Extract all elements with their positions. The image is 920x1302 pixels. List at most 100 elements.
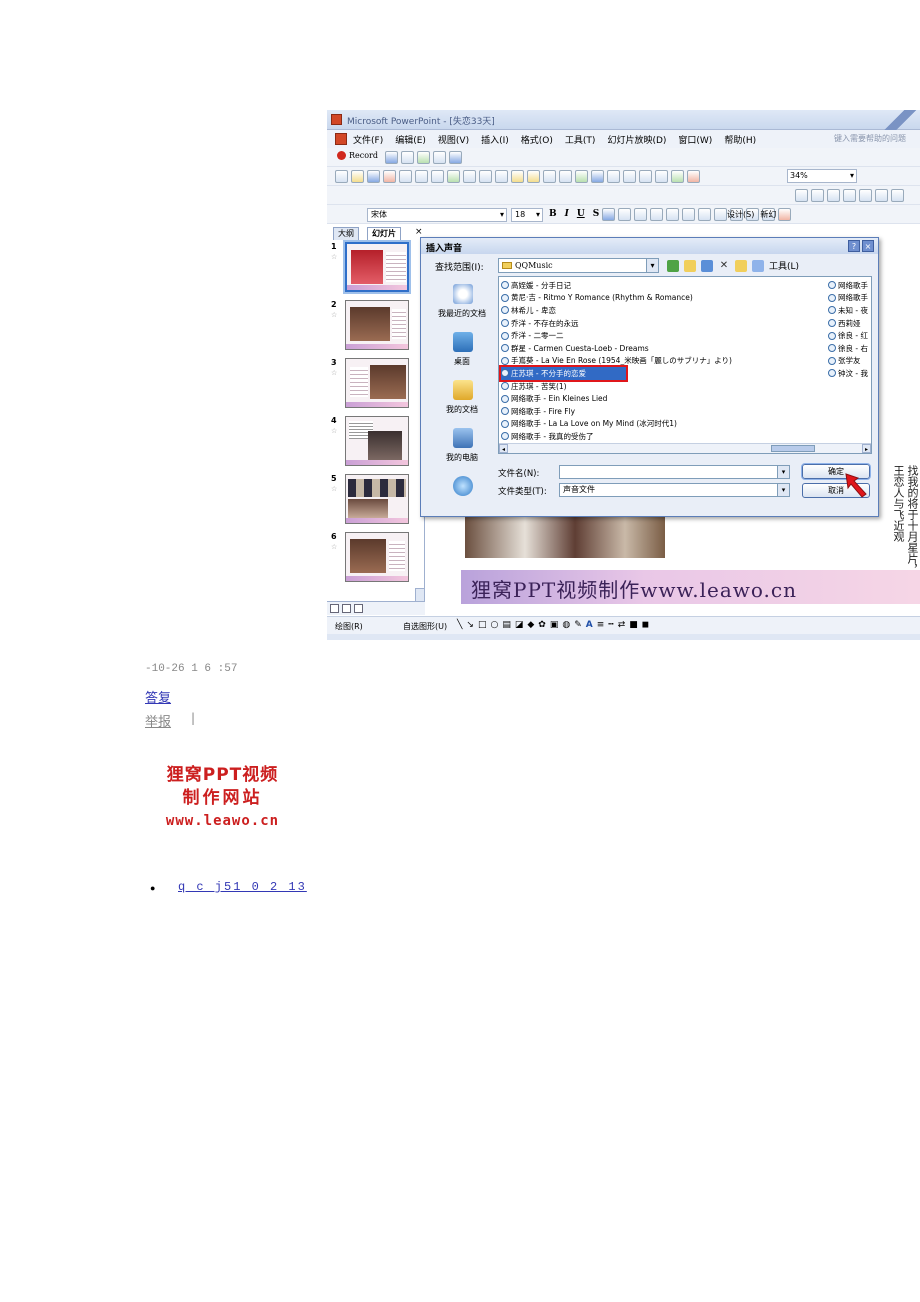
dash-style-icon[interactable]: ┅ — [608, 620, 613, 630]
slide-thumbnail-row[interactable]: 2 ☆ — [327, 300, 422, 355]
design-button[interactable]: 设计(S) — [727, 209, 754, 220]
menu-insert[interactable]: 插入(I) — [481, 133, 509, 146]
tool-d-icon[interactable] — [843, 189, 856, 202]
cut-icon[interactable] — [479, 170, 492, 183]
tool-c-icon[interactable] — [827, 189, 840, 202]
menu-tools[interactable]: 工具(T) — [565, 133, 596, 146]
insert-picture-icon[interactable] — [623, 170, 636, 183]
tool-f-icon[interactable] — [875, 189, 888, 202]
diagram-icon[interactable]: ◆ — [527, 620, 534, 630]
show-formatting-icon[interactable] — [655, 170, 668, 183]
tables-borders-icon[interactable] — [607, 170, 620, 183]
slide-thumbnail[interactable] — [345, 358, 409, 408]
paste-icon[interactable] — [511, 170, 524, 183]
chevron-down-icon[interactable]: ▾ — [646, 259, 658, 272]
slide-thumbnail-row[interactable]: 3 ☆ — [327, 358, 422, 413]
file-item[interactable]: 张学友 — [828, 355, 871, 368]
shadow-icon[interactable]: ■ — [629, 620, 638, 630]
menu-edit[interactable]: 编辑(E) — [395, 133, 426, 146]
tool-a-icon[interactable] — [795, 189, 808, 202]
filename-input[interactable]: ▾ — [559, 465, 790, 479]
slideshow-view-icon[interactable] — [354, 604, 363, 613]
file-item[interactable]: 乔洋 - 不存在的永远 — [501, 317, 826, 330]
font-size-select[interactable]: 18 — [511, 208, 543, 222]
zoom-select[interactable]: 34% — [787, 169, 857, 183]
line-icon[interactable]: ╲ — [457, 620, 462, 630]
font-select[interactable]: 宋体 — [367, 208, 507, 222]
record-button[interactable]: Record — [337, 151, 378, 160]
place-network[interactable] — [427, 472, 497, 520]
document-icon[interactable] — [335, 133, 347, 145]
file-item[interactable]: 钟汶 - 我 — [828, 367, 871, 380]
align-left-icon[interactable] — [602, 208, 615, 221]
dialog-help-button[interactable]: ? — [848, 240, 860, 252]
scroll-right-icon[interactable]: ▸ — [862, 444, 871, 453]
file-item[interactable]: 徐良 - 红 — [828, 329, 871, 342]
font-color-icon[interactable] — [778, 208, 791, 221]
help-icon[interactable] — [449, 151, 462, 164]
line-color-icon[interactable]: ✎ — [574, 620, 582, 630]
file-item[interactable]: 徐良 - 右 — [828, 342, 871, 355]
picture-icon[interactable]: ▣ — [550, 620, 559, 630]
justify-icon[interactable] — [650, 208, 663, 221]
chevron-down-icon[interactable]: ▾ — [777, 484, 789, 496]
place-my-documents[interactable]: 我的文档 — [427, 376, 497, 424]
tools-menu[interactable]: 工具(L) — [769, 259, 799, 272]
wordart-icon[interactable]: ◪ — [515, 620, 524, 630]
3d-icon[interactable]: ◼ — [642, 620, 649, 630]
file-item[interactable]: 网络歌手 - La La Love on My Mind (冰河时代1) — [501, 418, 826, 431]
file-item[interactable]: 西莉娅 — [828, 317, 871, 330]
file-item[interactable]: 网络歌手 — [828, 279, 871, 292]
fill-color-icon[interactable]: ◍ — [562, 620, 570, 630]
print-icon[interactable] — [415, 170, 428, 183]
menu-view[interactable]: 视图(V) — [438, 133, 469, 146]
file-item[interactable]: 手嶌葵 - La Vie En Rose (1954_米映画「麗しのサブリナ」よ… — [501, 355, 826, 368]
bullets-icon[interactable] — [698, 208, 711, 221]
place-my-computer[interactable]: 我的电脑 — [427, 424, 497, 472]
research-icon[interactable] — [463, 170, 476, 183]
draw-menu[interactable]: 绘图(R) — [335, 621, 363, 632]
bold-button[interactable]: B — [549, 209, 557, 219]
file-item[interactable]: 高姪媛 - 分手日记 — [501, 279, 826, 292]
align-right-icon[interactable] — [634, 208, 647, 221]
file-item[interactable]: 网络歌手 - Ein Kleines Lied — [501, 392, 826, 405]
email-icon[interactable] — [399, 170, 412, 183]
file-list-scrollbar[interactable]: ◂ ▸ — [499, 443, 871, 453]
spelling-icon[interactable] — [447, 170, 460, 183]
undo-icon[interactable] — [543, 170, 556, 183]
slide-thumbnail-row[interactable]: 1 ☆ — [327, 240, 422, 297]
permission-icon[interactable] — [383, 170, 396, 183]
clipart-icon[interactable]: ✿ — [538, 620, 546, 630]
format-painter-icon[interactable] — [527, 170, 540, 183]
file-item[interactable]: 乔洋 - 二零一二 — [501, 329, 826, 342]
brush-icon[interactable] — [385, 151, 398, 164]
file-item[interactable]: 群星 - Carmen Cuesta-Loeb - Dreams — [501, 342, 826, 355]
arrow-style-icon[interactable]: ⇄ — [618, 620, 626, 630]
italic-button[interactable]: I — [565, 209, 569, 219]
slide-thumbnail[interactable] — [345, 300, 409, 350]
folder-icon[interactable] — [433, 151, 446, 164]
place-recent[interactable]: 我最近的文档 — [427, 280, 497, 328]
screen-icon[interactable] — [417, 151, 430, 164]
back-icon[interactable] — [667, 259, 679, 272]
report-link[interactable]: 举报 — [145, 711, 171, 730]
tab-outline[interactable]: 大纲 — [333, 227, 359, 240]
slide-thumbnail[interactable] — [345, 532, 409, 582]
menu-help[interactable]: 帮助(H) — [724, 133, 756, 146]
save-icon[interactable] — [367, 170, 380, 183]
insert-chart-icon[interactable] — [575, 170, 588, 183]
up-folder-icon[interactable] — [684, 259, 696, 272]
expand-icon[interactable] — [639, 170, 652, 183]
slide-thumbnail[interactable] — [343, 240, 411, 294]
increase-font-icon[interactable] — [714, 208, 727, 221]
distribute-icon[interactable] — [666, 208, 679, 221]
menu-window[interactable]: 窗口(W) — [678, 133, 712, 146]
file-item[interactable]: 林希儿 - 卑恋 — [501, 304, 826, 317]
file-item[interactable]: 庄苏琪 - 苦笑(1) — [501, 380, 826, 393]
normal-view-icon[interactable] — [330, 604, 339, 613]
arrow-icon[interactable]: ↘ — [466, 620, 474, 630]
reply-link[interactable]: 答复 — [145, 687, 171, 706]
new-slide-button[interactable]: 新幻 — [760, 209, 776, 220]
file-item[interactable]: 黄尼·吉 - Ritmo Y Romance (Rhythm & Romance… — [501, 292, 826, 305]
file-item[interactable]: 网络歌手 - 我真的受伤了 — [501, 430, 826, 443]
